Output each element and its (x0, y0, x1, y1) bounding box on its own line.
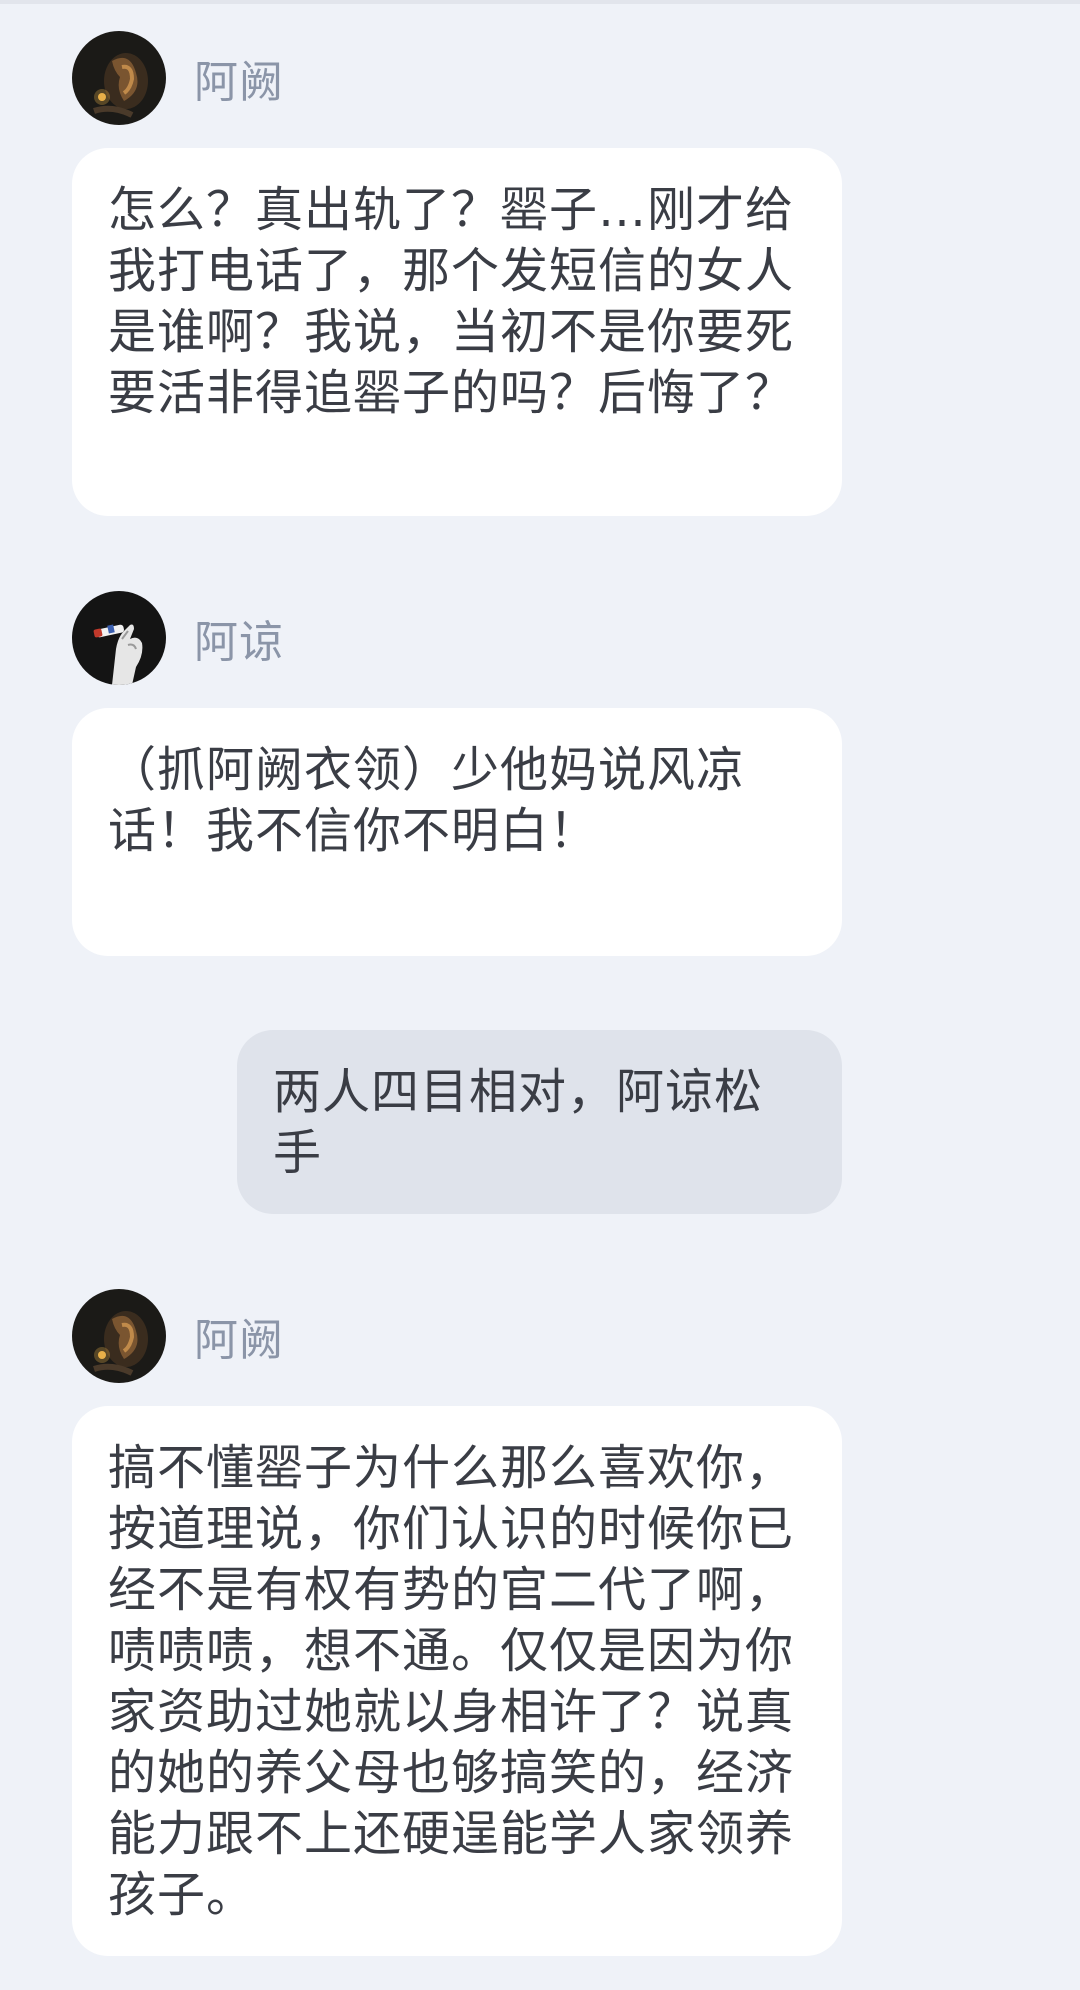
message-text: 怎么？真出轨了？罂子…刚才给我打电话了，那个发短信的女人是谁啊？我说，当初不是你… (108, 182, 795, 421)
message-text: 两人四目相对，阿谅松手 (273, 1064, 764, 1181)
sender-row: 阿阙 (72, 30, 284, 126)
message-bubble[interactable]: 搞不懂罂子为什么那么喜欢你，按道理说，你们认识的时候你已经不是有权有势的官二代了… (72, 1406, 842, 1956)
message-bubble[interactable]: 怎么？真出轨了？罂子…刚才给我打电话了，那个发短信的女人是谁啊？我说，当初不是你… (72, 148, 842, 516)
hand-cigarette-avatar-icon[interactable] (72, 591, 166, 685)
sender-row: 阿阙 (72, 1288, 284, 1384)
message-bubble[interactable]: （抓阿阙衣领）少他妈说风凉话！我不信你不明白！ (72, 708, 842, 956)
message-text: （抓阿阙衣领）少他妈说风凉话！我不信你不明白！ (108, 742, 746, 859)
dark-smoke-avatar-icon[interactable] (72, 1289, 166, 1383)
message-text: 搞不懂罂子为什么那么喜欢你，按道理说，你们认识的时候你已经不是有权有势的官二代了… (108, 1440, 795, 1923)
self-message-bubble[interactable]: 两人四目相对，阿谅松手 (237, 1030, 842, 1214)
sender-row: 阿谅 (72, 590, 284, 686)
dark-smoke-avatar-icon[interactable] (72, 31, 166, 125)
sender-name: 阿谅 (194, 617, 284, 668)
sender-name: 阿阙 (194, 57, 284, 108)
sender-name: 阿阙 (194, 1315, 284, 1366)
chat-message-list[interactable]: 阿阙 怎么？真出轨了？罂子…刚才给我打电话了，那个发短信的女人是谁啊？我说，当初… (0, 0, 1080, 1990)
